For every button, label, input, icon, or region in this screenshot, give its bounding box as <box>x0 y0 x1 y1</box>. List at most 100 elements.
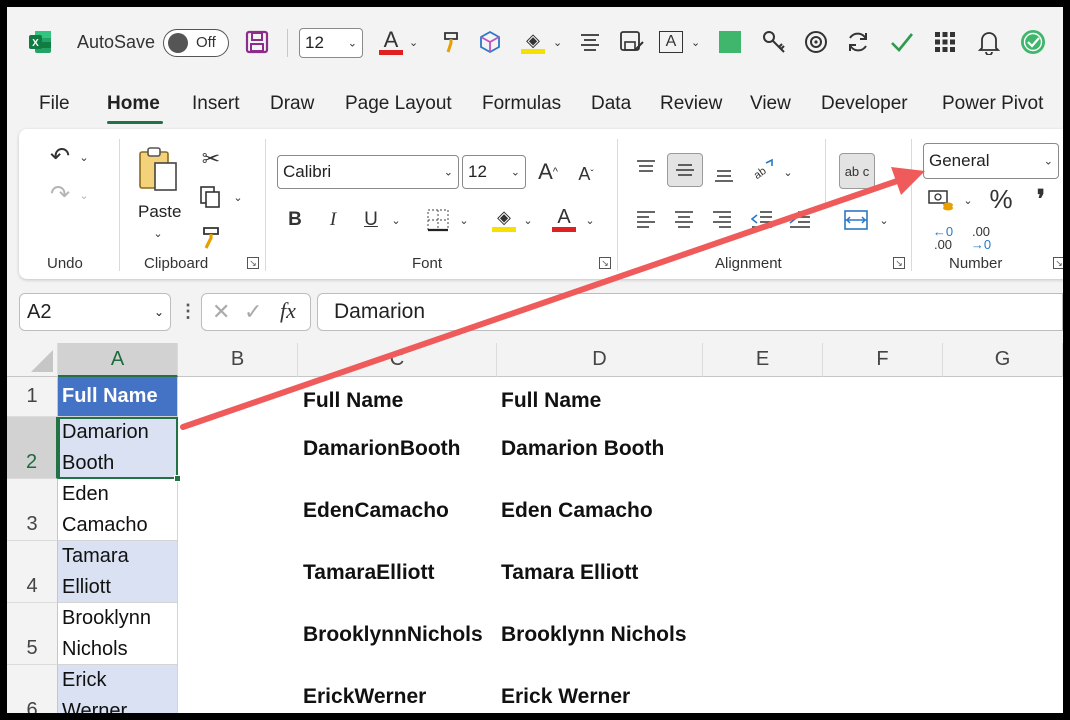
format-painter-icon[interactable] <box>439 27 463 57</box>
chevron-down-icon[interactable]: ⌄ <box>961 191 975 209</box>
checkmark-icon[interactable] <box>889 27 915 57</box>
tab-developer[interactable]: Developer <box>821 93 908 115</box>
key-icon[interactable] <box>761 27 787 57</box>
cell-a4[interactable]: Tamara Elliott <box>58 541 178 603</box>
tab-file[interactable]: File <box>39 93 70 115</box>
column-header-d[interactable]: D <box>497 343 703 377</box>
font-size-select[interactable]: 12 ⌄ <box>462 155 526 189</box>
row-header-4[interactable]: 4 <box>7 541 58 603</box>
chevron-down-icon[interactable]: ⌄ <box>691 27 700 57</box>
highlight-color-button[interactable]: ◈ <box>521 27 545 57</box>
chevron-down-icon[interactable]: ⌄ <box>877 211 891 229</box>
refresh-icon[interactable] <box>845 27 871 57</box>
more-options-icon[interactable]: ⋮ <box>179 301 197 322</box>
decrease-decimal-button[interactable]: .00 →0 <box>965 223 997 253</box>
cell-d3[interactable]: Eden Camacho <box>501 499 731 523</box>
cell-c3[interactable]: EdenCamacho <box>303 499 497 523</box>
column-header-a[interactable]: A <box>58 343 178 377</box>
tab-page-layout[interactable]: Page Layout <box>345 93 452 115</box>
cell-c1[interactable]: Full Name <box>303 389 495 413</box>
column-header-e[interactable]: E <box>703 343 823 377</box>
cell-c5[interactable]: BrooklynnNichols <box>303 623 497 647</box>
column-header-b[interactable]: B <box>178 343 298 377</box>
chevron-down-icon[interactable]: ⌄ <box>521 211 535 229</box>
increase-decimal-button[interactable]: ←0 .00 <box>927 223 959 253</box>
fill-handle[interactable] <box>174 475 181 482</box>
qat-font-size-select[interactable]: 12 ⌄ <box>299 28 363 58</box>
align-middle-icon[interactable] <box>667 153 703 187</box>
italic-button[interactable]: I <box>319 205 347 235</box>
orientation-icon[interactable]: ab <box>747 155 779 185</box>
number-launcher-icon[interactable]: ↘ <box>1053 257 1063 269</box>
chevron-down-icon[interactable]: ⌄ <box>553 27 562 57</box>
copy-icon[interactable] <box>195 183 225 211</box>
column-header-f[interactable]: F <box>823 343 943 377</box>
font-color-button[interactable]: A <box>549 203 579 235</box>
formula-input[interactable]: Damarion <box>317 293 1063 331</box>
green-square-icon[interactable] <box>719 27 741 57</box>
row-header-5[interactable]: 5 <box>7 603 58 665</box>
3d-model-icon[interactable] <box>477 27 503 57</box>
align-left-icon[interactable] <box>631 205 661 233</box>
increase-font-icon[interactable]: A ^ <box>533 157 563 187</box>
chevron-down-icon[interactable]: ⌄ <box>389 211 403 229</box>
align-center-icon[interactable] <box>669 205 699 233</box>
align-top-icon[interactable] <box>631 155 661 181</box>
font-color-button[interactable]: A <box>379 27 403 57</box>
status-check-icon[interactable] <box>1019 27 1047 57</box>
fill-color-button[interactable]: ◈ <box>489 203 519 235</box>
cell-a6[interactable]: Erick Werner <box>58 665 178 713</box>
cell-a3[interactable]: Eden Camacho <box>58 479 178 541</box>
grid-apps-icon[interactable] <box>933 27 957 57</box>
cancel-icon[interactable]: ✕ <box>212 299 230 325</box>
align-bottom-icon[interactable] <box>709 161 739 187</box>
column-header-g[interactable]: G <box>943 343 1063 377</box>
bold-button[interactable]: B <box>281 205 309 235</box>
paste-label[interactable]: Paste <box>138 202 181 222</box>
autosave-toggle[interactable]: Off <box>163 29 229 57</box>
row-header-2[interactable]: 2 <box>7 417 58 479</box>
cell-d6[interactable]: Erick Werner <box>501 685 731 709</box>
target-icon[interactable] <box>803 27 829 57</box>
paste-icon[interactable] <box>133 143 183 195</box>
save-as-icon[interactable] <box>619 27 645 57</box>
confirm-icon[interactable]: ✓ <box>244 299 262 325</box>
select-all-corner[interactable] <box>7 343 58 377</box>
cell-c4[interactable]: TamaraElliott <box>303 561 497 585</box>
row-header-3[interactable]: 3 <box>7 479 58 541</box>
chevron-down-icon[interactable]: ⌄ <box>583 211 597 229</box>
name-box[interactable]: A2 ⌄ <box>19 293 171 331</box>
increase-indent-icon[interactable] <box>785 205 815 233</box>
chevron-down-icon[interactable]: ⌄ <box>409 27 418 57</box>
cell-c2[interactable]: DamarionBooth <box>303 437 497 461</box>
underline-button[interactable]: U <box>357 205 385 235</box>
chevron-down-icon[interactable]: ⌄ <box>781 163 795 181</box>
undo-icon[interactable]: ↶ <box>45 141 75 171</box>
decrease-font-icon[interactable]: Aˇ <box>571 159 601 189</box>
clipboard-launcher-icon[interactable]: ↘ <box>247 257 259 269</box>
insert-function-button[interactable]: fx <box>280 298 296 324</box>
text-box-icon[interactable]: A <box>659 27 683 57</box>
merge-center-icon[interactable] <box>839 205 873 235</box>
chevron-down-icon[interactable]: ⌄ <box>154 305 164 319</box>
tab-power-pivot[interactable]: Power Pivot <box>942 93 1043 115</box>
tab-view[interactable]: View <box>750 93 791 115</box>
cell-a5[interactable]: Brooklynn Nichols <box>58 603 178 665</box>
borders-icon[interactable] <box>423 205 453 235</box>
tab-insert[interactable]: Insert <box>192 93 240 115</box>
cell-d5[interactable]: Brooklynn Nichols <box>501 623 731 647</box>
tab-review[interactable]: Review <box>660 93 722 115</box>
row-header-6[interactable]: 6 <box>7 665 58 713</box>
font-launcher-icon[interactable]: ↘ <box>599 257 611 269</box>
redo-icon[interactable]: ↷ <box>45 179 75 209</box>
comma-style-button[interactable]: ❜ <box>1029 183 1053 215</box>
row-header-1[interactable]: 1 <box>7 377 58 417</box>
accounting-format-icon[interactable] <box>925 185 957 215</box>
cell-a2[interactable]: Damarion Booth <box>58 417 178 479</box>
tab-data[interactable]: Data <box>591 93 631 115</box>
column-header-c[interactable]: C <box>298 343 497 377</box>
format-painter-icon[interactable] <box>197 223 227 251</box>
align-center-icon[interactable] <box>579 27 601 57</box>
cell-a1[interactable]: Full Name <box>58 377 178 417</box>
decrease-indent-icon[interactable] <box>747 205 777 233</box>
